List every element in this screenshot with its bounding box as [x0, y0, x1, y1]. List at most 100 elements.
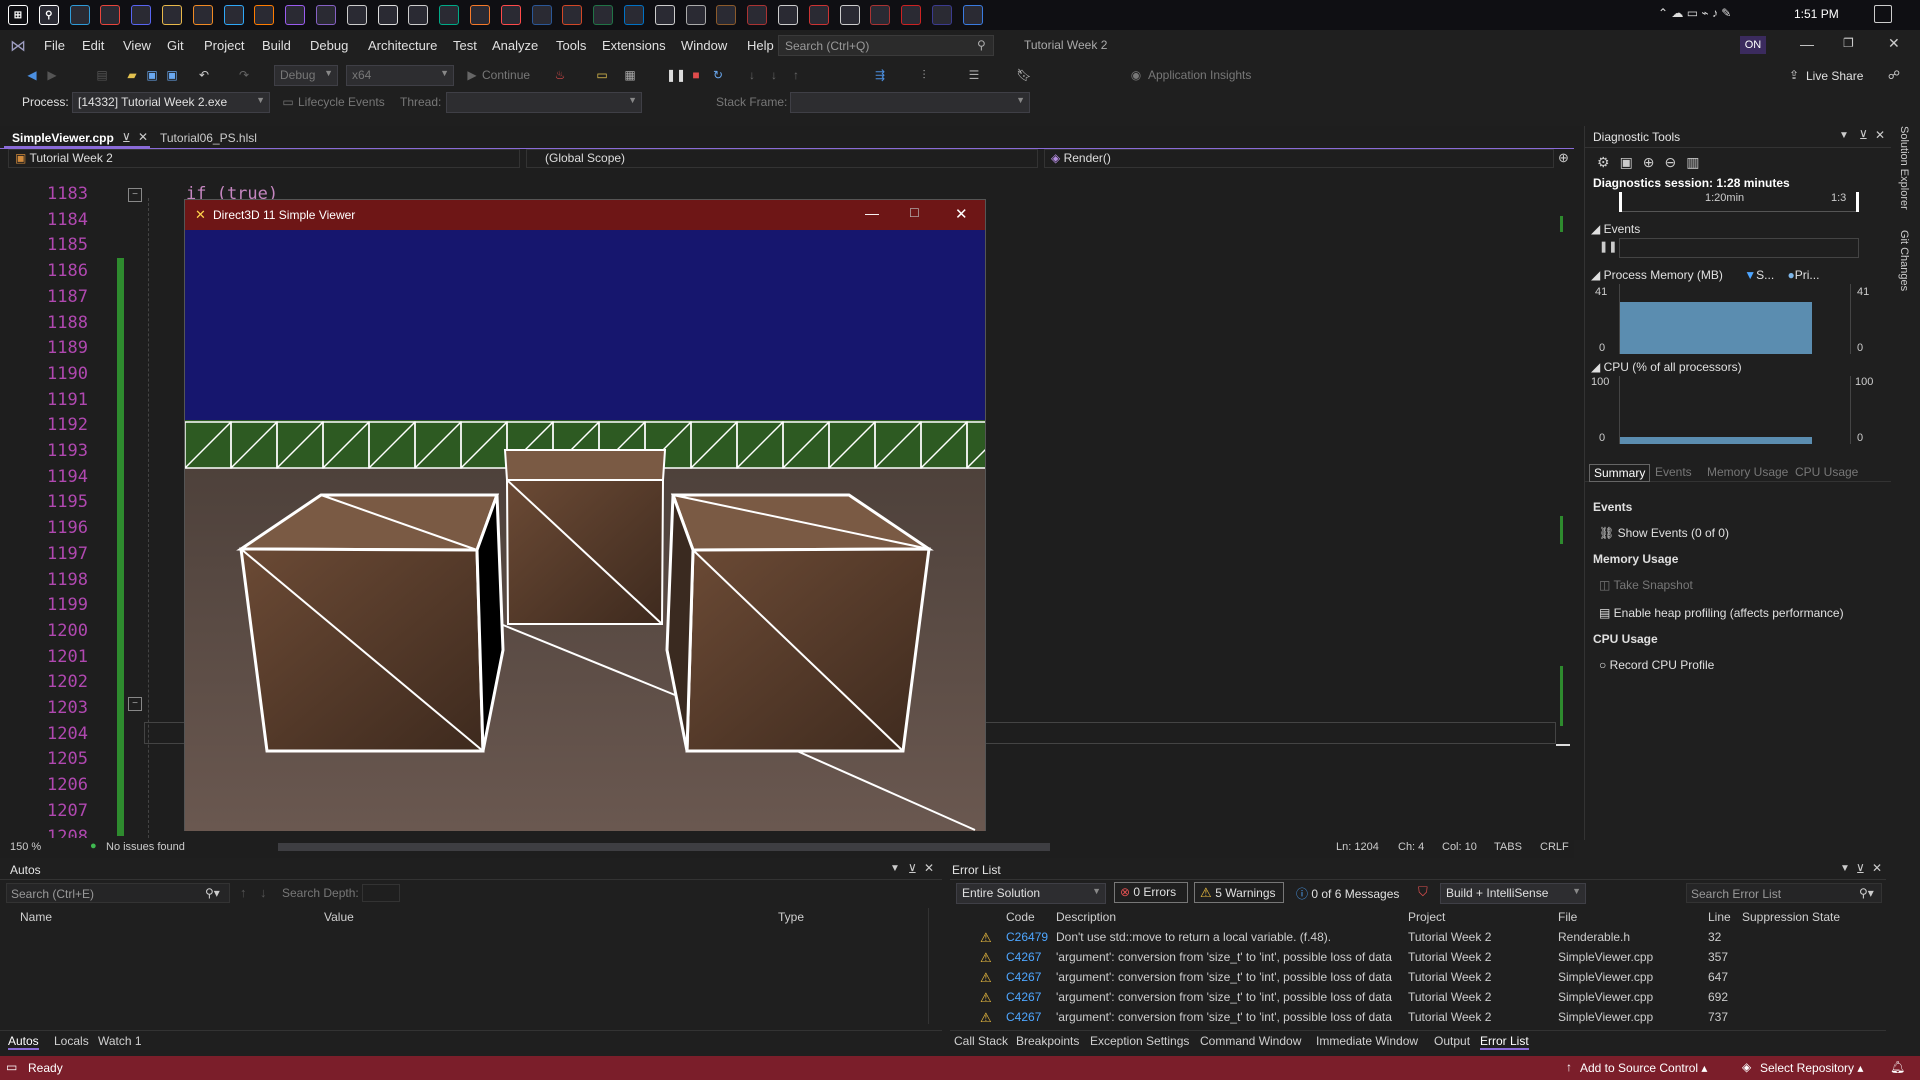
thread-dropdown[interactable]: ▼ [446, 92, 642, 113]
editor-vertical-scrollbar[interactable] [1556, 172, 1570, 828]
menu-debug[interactable]: Debug [310, 38, 348, 53]
issues-indicator[interactable]: No issues found [106, 841, 185, 853]
menu-extensions[interactable]: Extensions [602, 38, 666, 53]
search-box[interactable]: Search (Ctrl+Q) ⚲ [778, 35, 994, 56]
column-line[interactable]: Line [1708, 910, 1731, 924]
autos-scrollbar[interactable] [928, 908, 938, 1024]
zoom-level[interactable]: 150 % [10, 841, 41, 853]
reset-view-icon[interactable]: ▥ [1686, 154, 1709, 170]
config-dropdown[interactable]: Debug ▼ [274, 65, 338, 86]
col-indicator[interactable]: Col: 10 [1442, 841, 1477, 853]
tab-breakpoints[interactable]: Breakpoints [1016, 1034, 1079, 1048]
cpu-section-header[interactable]: ◢ CPU (% of all processors) [1591, 360, 1742, 374]
direct3d-titlebar[interactable]: ✕ Direct3D 11 Simple Viewer — ☐ ✕ [185, 200, 985, 230]
error-search-input[interactable]: Search Error List ⚲▾ [1686, 883, 1882, 903]
direct3d-window[interactable]: ✕ Direct3D 11 Simple Viewer — ☐ ✕ [184, 199, 986, 831]
solution-explorer-tab[interactable]: Solution Explorer [1898, 126, 1910, 210]
select-tools-icon[interactable]: ▣ [1620, 154, 1643, 170]
cpu-graph[interactable] [1619, 376, 1851, 444]
close-tab-icon[interactable]: ✕ [138, 130, 148, 144]
platform-dropdown[interactable]: x64 ▼ [346, 65, 454, 86]
github-icon[interactable] [654, 5, 675, 25]
system-clock[interactable]: 1:51 PM [1794, 7, 1839, 21]
search-prev-icon[interactable]: ↑ [240, 885, 247, 900]
dropdown-icon[interactable]: ▼ [1840, 863, 1850, 874]
stack-frame-dropdown[interactable]: ▼ [790, 92, 1030, 113]
search-depth-dropdown[interactable] [362, 884, 400, 902]
show-threads-icon[interactable]: ⇶ [872, 67, 888, 83]
search-icon[interactable]: ⚲ [38, 5, 59, 25]
dropdown-icon[interactable]: ▼ [1839, 130, 1849, 141]
aftereffects-icon[interactable] [285, 5, 306, 25]
lifecycle-events-button[interactable]: Lifecycle Events [298, 95, 385, 109]
continue-button[interactable]: Continue [482, 68, 530, 82]
tab-tutorial06-ps-hlsl[interactable]: Tutorial06_PS.hlsl [152, 128, 272, 148]
game-icon[interactable] [747, 5, 768, 25]
git-changes-tab[interactable]: Git Changes [1898, 230, 1910, 291]
menu-project[interactable]: Project [204, 38, 244, 53]
column-type[interactable]: Type [778, 910, 804, 924]
column-value[interactable]: Value [324, 910, 354, 924]
tab-memory-usage[interactable]: Memory Usage [1707, 465, 1788, 479]
menu-file[interactable]: File [44, 38, 65, 53]
pin-icon[interactable]: ⊻ [122, 131, 131, 145]
close-icon[interactable]: ✕ [924, 861, 934, 875]
feedback-icon[interactable]: ☍ [1886, 67, 1902, 83]
illustrator-icon[interactable] [254, 5, 275, 25]
outlook-icon[interactable] [624, 5, 644, 25]
excel-icon[interactable] [593, 5, 614, 25]
tab-exception-settings[interactable]: Exception Settings [1090, 1034, 1189, 1048]
show-events-link[interactable]: ⛓ Show Events (0 of 0) [1599, 526, 1729, 540]
open-file-icon[interactable]: ▰ [124, 67, 140, 83]
tray-icons[interactable]: ⌃ ☁ ▭ ⌁ ♪ ✎ [1658, 6, 1731, 20]
error-code[interactable]: C4267 [1006, 990, 1041, 1004]
error-row[interactable]: ⚠ C4267 'argument': conversion from 'size_… [950, 947, 1880, 967]
notifications-icon[interactable]: 🔔︎ [1890, 1060, 1905, 1074]
dx-minimize-button[interactable]: — [865, 205, 879, 221]
dropdown-icon[interactable]: ▼ [890, 863, 900, 874]
zoom-in-icon[interactable]: ⊕ [1643, 154, 1665, 170]
powerpoint-icon[interactable] [562, 5, 583, 25]
game5-icon[interactable] [870, 5, 891, 25]
undo-icon[interactable]: ↶ [196, 67, 212, 83]
member-nav-dropdown[interactable]: ◈ Render() [1044, 149, 1554, 168]
app7-icon[interactable] [932, 5, 952, 25]
app-insights-icon[interactable]: ◉ [1128, 67, 1144, 83]
restore-button[interactable]: ❐ [1843, 36, 1854, 50]
tab-immediate-window[interactable]: Immediate Window [1316, 1034, 1418, 1048]
column-code[interactable]: Code [1006, 910, 1035, 924]
build-filter-dropdown[interactable]: Build + IntelliSense ▼ [1440, 883, 1586, 904]
minimize-button[interactable]: — [1800, 36, 1814, 52]
step-out-icon[interactable]: ↑ [788, 67, 804, 83]
scroll-thumb[interactable] [1556, 744, 1570, 746]
tab-error-list[interactable]: Error List [1480, 1034, 1529, 1050]
error-code[interactable]: C4267 [1006, 970, 1041, 984]
column-suppression-state[interactable]: Suppression State [1742, 910, 1840, 924]
error-row[interactable]: ⚠ C4267 'argument': conversion from 'size_… [950, 987, 1880, 1007]
save-all-icon[interactable]: ▣ [164, 67, 180, 83]
column-file[interactable]: File [1558, 910, 1577, 924]
app-insights-label[interactable]: Application Insights [1148, 68, 1251, 82]
capcut-icon[interactable] [346, 5, 367, 25]
close-icon[interactable]: ✕ [1875, 128, 1885, 142]
menu-edit[interactable]: Edit [82, 38, 104, 53]
flstudio-icon[interactable] [192, 5, 213, 25]
new-project-icon[interactable]: ▤ [94, 67, 110, 83]
close-button[interactable]: ✕ [1888, 35, 1900, 52]
warnings-filter[interactable]: ⚠ 5 Warnings [1194, 882, 1284, 903]
user-avatar[interactable]: ON [1740, 36, 1766, 54]
redo-icon[interactable]: ↷ [236, 67, 252, 83]
menu-test[interactable]: Test [453, 38, 477, 53]
menu-tools[interactable]: Tools [556, 38, 586, 53]
events-section-header[interactable]: ◢ Events [1591, 222, 1640, 236]
forward-icon[interactable]: ▶ [44, 67, 60, 83]
start-icon[interactable]: ⊞ [8, 5, 28, 25]
process-dropdown[interactable]: [14332] Tutorial Week 2.exe ▼ [72, 92, 270, 113]
rendered-scene[interactable] [185, 230, 985, 831]
close-icon[interactable]: ✕ [1872, 861, 1882, 875]
game4-icon[interactable] [839, 5, 860, 25]
continue-icon[interactable]: ▶ [464, 67, 480, 83]
error-row[interactable]: ⚠ C4267 'argument': conversion from 'size_… [950, 967, 1880, 987]
process-memory-header[interactable]: ◢ Process Memory (MB) ▼S... ●Pri... [1591, 268, 1819, 282]
comment-icon[interactable]: ☰ [966, 67, 982, 83]
